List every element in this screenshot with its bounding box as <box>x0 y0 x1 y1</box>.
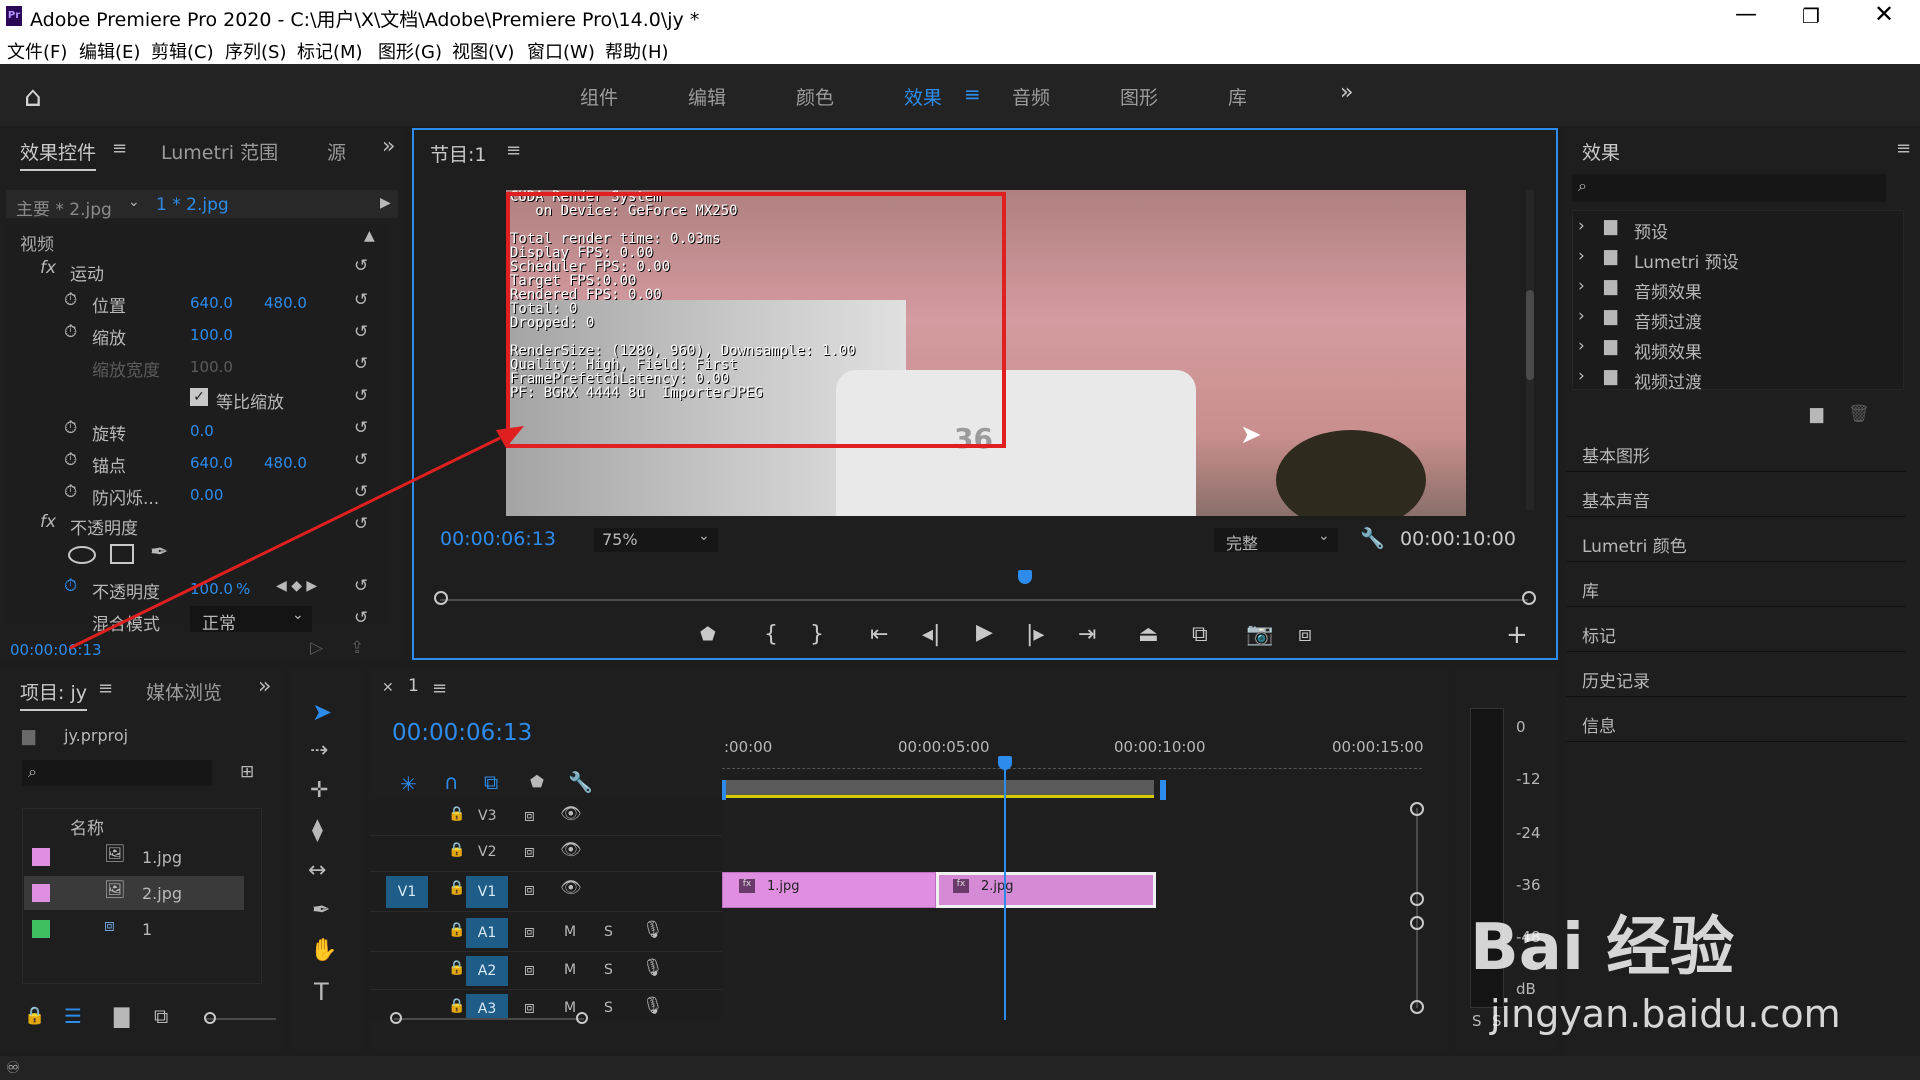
baidu-watermark: Bai 经验 jingyan.baidu.com <box>1470 911 1841 1036</box>
